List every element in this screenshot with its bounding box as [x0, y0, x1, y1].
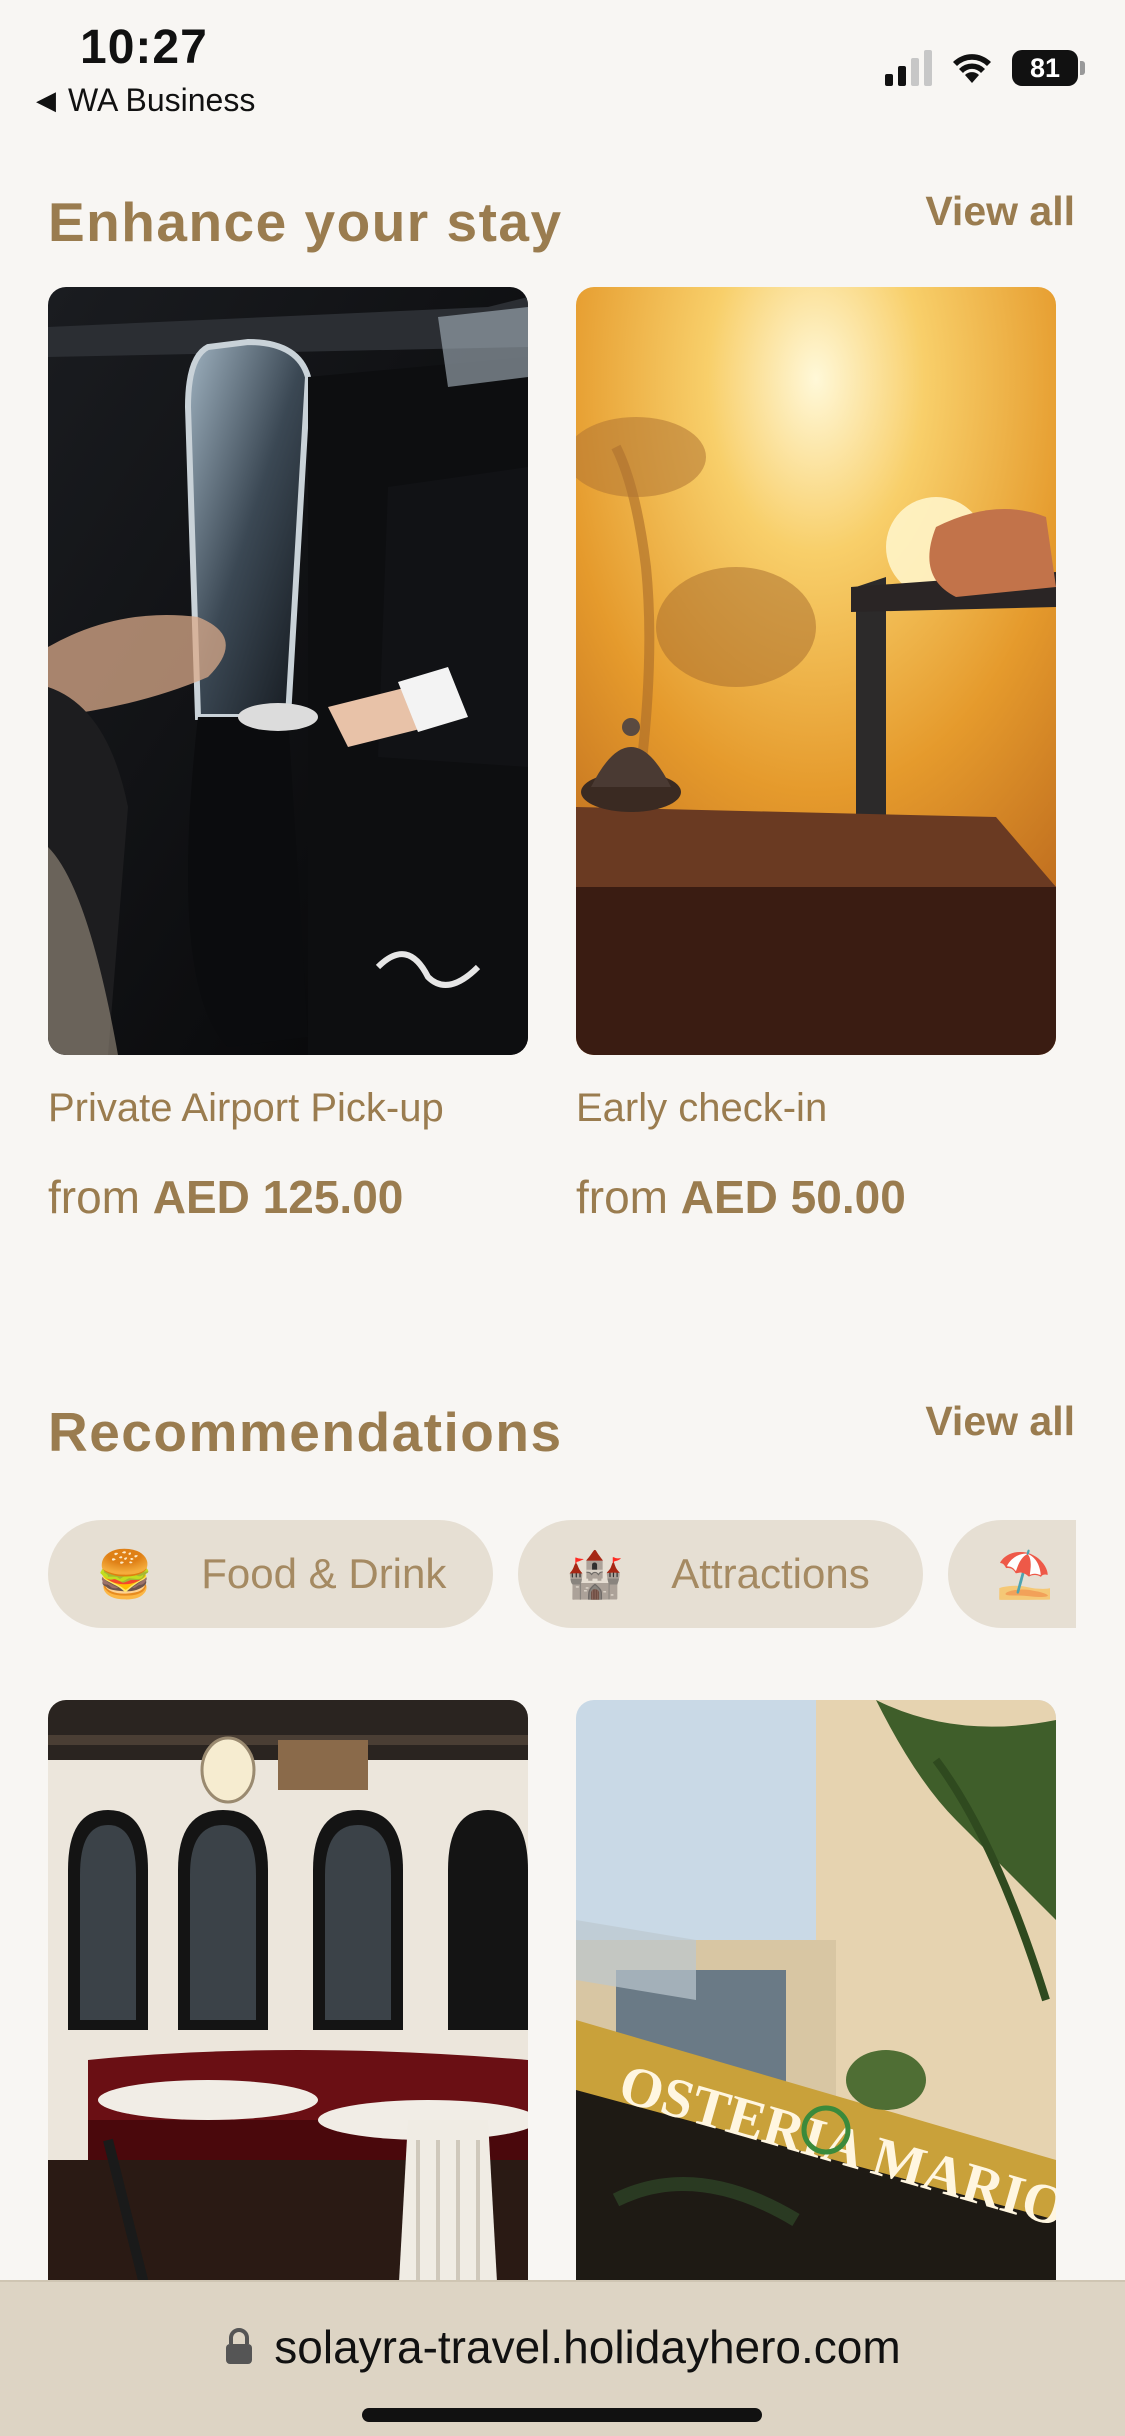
- chip-food-drink[interactable]: 🍔 Food & Drink: [48, 1520, 493, 1628]
- chip-beach[interactable]: ⛱️: [948, 1520, 1076, 1628]
- early-checkin-image[interactable]: [576, 287, 1056, 1055]
- cellular-signal-icon: [885, 50, 932, 86]
- chip-label: Attractions: [671, 1550, 870, 1597]
- castle-icon: 🏰: [566, 1548, 624, 1600]
- beach-umbrella-icon: ⛱️: [996, 1548, 1054, 1600]
- burger-icon: 🍔: [96, 1548, 154, 1600]
- status-icons: 81: [885, 50, 1085, 86]
- recommendations-view-all-link[interactable]: View all: [925, 1398, 1075, 1445]
- browser-bottom-bar: solayra-travel.holidayhero.com: [0, 2280, 1125, 2436]
- status-bar: 10:27 ◀ WA Business 81: [0, 0, 1125, 130]
- battery-level: 81: [1012, 50, 1078, 86]
- home-indicator[interactable]: [362, 2408, 762, 2422]
- restaurant-interior-image[interactable]: [48, 1700, 528, 2300]
- chip-attractions[interactable]: 🏰 Attractions: [518, 1520, 923, 1628]
- lock-icon: [226, 2328, 253, 2364]
- back-triangle-icon: ◀: [36, 85, 56, 115]
- status-time: 10:27: [80, 21, 208, 74]
- battery-icon: 81: [1012, 50, 1085, 86]
- back-to-app-button[interactable]: ◀ WA Business: [36, 82, 255, 119]
- address-bar[interactable]: solayra-travel.holidayhero.com: [0, 2320, 1125, 2374]
- back-app-label: WA Business: [68, 82, 256, 118]
- card-price: from AED 50.00: [576, 1171, 906, 1223]
- category-chips: 🍔 Food & Drink 🏰 Attractions ⛱️: [48, 1520, 1076, 1630]
- url-text: solayra-travel.holidayhero.com: [274, 2321, 901, 2373]
- wifi-icon: [950, 51, 994, 85]
- card-title: Private Airport Pick-up: [48, 1086, 444, 1130]
- card-price: from AED 125.00: [48, 1171, 404, 1223]
- osteria-mario-image[interactable]: OSTERIA MARIO: [576, 1700, 1056, 2300]
- private-airport-pickup-image[interactable]: [48, 287, 528, 1055]
- recommendations-section-title: Recommendations: [48, 1401, 563, 1463]
- card-title: Early check-in: [576, 1086, 828, 1130]
- enhance-view-all-link[interactable]: View all: [925, 188, 1075, 235]
- chip-label: Food & Drink: [201, 1550, 447, 1597]
- enhance-section-title: Enhance your stay: [48, 191, 563, 253]
